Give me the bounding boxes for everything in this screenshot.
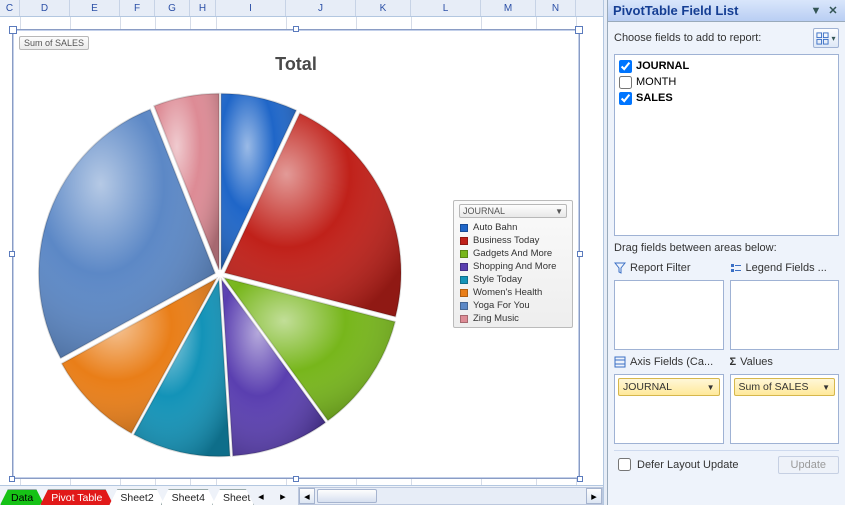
legend-item[interactable]: Business Today bbox=[454, 234, 572, 247]
column-header[interactable]: F bbox=[120, 0, 155, 16]
sheet-tab[interactable]: Sheet4 bbox=[161, 489, 216, 505]
legend-filter-button[interactable]: JOURNAL ▼ bbox=[459, 204, 567, 218]
dropdown-icon[interactable]: ▼ bbox=[809, 4, 823, 18]
legend-item[interactable]: Women's Health bbox=[454, 286, 572, 299]
legend-filter-label: JOURNAL bbox=[463, 206, 505, 216]
sigma-icon: Σ bbox=[730, 356, 737, 368]
filter-icon bbox=[614, 262, 626, 274]
column-header[interactable]: H bbox=[190, 0, 216, 16]
legend-item[interactable]: Yoga For You bbox=[454, 299, 572, 312]
legend-item[interactable]: Gadgets And More bbox=[454, 247, 572, 260]
pie-chart bbox=[35, 90, 405, 460]
drag-fields-label: Drag fields between areas below: bbox=[614, 242, 839, 254]
dropdown-icon: ▼ bbox=[707, 383, 715, 392]
legend-fields-area[interactable] bbox=[730, 280, 840, 350]
chart-title: Total bbox=[13, 54, 579, 75]
legend-icon bbox=[730, 262, 742, 274]
column-headers: CDEFGHIJKLMN bbox=[0, 0, 603, 17]
column-header[interactable]: I bbox=[216, 0, 286, 16]
legend-item[interactable]: Shopping And More bbox=[454, 260, 572, 273]
sheet-tab[interactable]: Pivot Table bbox=[40, 489, 113, 505]
field-month[interactable]: MONTH bbox=[619, 74, 834, 90]
field-list-layout-button[interactable]: ▾ bbox=[813, 28, 839, 48]
scroll-thumb[interactable] bbox=[317, 489, 377, 503]
column-header[interactable]: E bbox=[70, 0, 120, 16]
column-header[interactable]: J bbox=[286, 0, 356, 16]
column-header[interactable]: K bbox=[356, 0, 411, 16]
report-filter-header: Report Filter bbox=[614, 260, 724, 276]
close-icon[interactable]: ✕ bbox=[826, 4, 840, 18]
values-header: Σ Values bbox=[730, 354, 840, 370]
horizontal-scrollbar[interactable]: ◂ ▸ bbox=[298, 487, 603, 505]
values-area[interactable]: Sum of SALES▼ bbox=[730, 374, 840, 444]
dropdown-icon: ▼ bbox=[822, 383, 830, 392]
legend-item[interactable]: Auto Bahn bbox=[454, 221, 572, 234]
pivot-chart-container[interactable]: Sum of SALES Total JOURNAL ▼ Auto BahnBu… bbox=[12, 29, 580, 479]
column-header[interactable]: C bbox=[0, 0, 20, 16]
chart-legend[interactable]: JOURNAL ▼ Auto BahnBusiness TodayGadgets… bbox=[453, 200, 573, 328]
sheet-tab-bar: DataPivot TableSheet2Sheet4Sheet ◂ ▸ ◂ ▸ bbox=[0, 485, 603, 505]
axis-fields-area[interactable]: JOURNAL▼ bbox=[614, 374, 724, 444]
axis-fields-header: Axis Fields (Ca... bbox=[614, 354, 724, 370]
update-button: Update bbox=[778, 456, 839, 474]
sheet-tab[interactable]: Sheet2 bbox=[109, 489, 164, 505]
legend-item[interactable]: Zing Music bbox=[454, 312, 572, 325]
sum-of-sales-button[interactable]: Sum of SALES bbox=[19, 36, 89, 50]
axis-icon bbox=[614, 356, 626, 368]
column-header[interactable]: L bbox=[411, 0, 481, 16]
field-checkbox[interactable] bbox=[619, 60, 632, 73]
tab-scroll-right-icon[interactable]: ▸ bbox=[272, 487, 294, 505]
axis-chip-journal[interactable]: JOURNAL▼ bbox=[618, 378, 720, 396]
choose-fields-label: Choose fields to add to report: bbox=[614, 32, 761, 44]
pane-title: PivotTable Field List bbox=[613, 3, 806, 18]
sheet-tab[interactable]: Data bbox=[0, 489, 44, 505]
scroll-left-icon[interactable]: ◂ bbox=[299, 488, 315, 504]
column-header[interactable]: D bbox=[20, 0, 70, 16]
pivot-field-list-pane: PivotTable Field List ▼ ✕ Choose fields … bbox=[607, 0, 845, 505]
legend-item[interactable]: Style Today bbox=[454, 273, 572, 286]
legend-fields-header: Legend Fields ... bbox=[730, 260, 840, 276]
tab-scroll-left-icon[interactable]: ◂ bbox=[250, 487, 272, 505]
column-header[interactable]: G bbox=[155, 0, 190, 16]
scroll-right-icon[interactable]: ▸ bbox=[586, 488, 602, 504]
column-header[interactable]: N bbox=[536, 0, 576, 16]
sheet-tab[interactable]: Sheet bbox=[212, 489, 254, 505]
dropdown-icon: ▼ bbox=[555, 207, 563, 216]
field-journal[interactable]: JOURNAL bbox=[619, 58, 834, 74]
worksheet-area[interactable]: Sum of SALES Total JOURNAL ▼ Auto BahnBu… bbox=[0, 17, 603, 485]
column-header[interactable]: M bbox=[481, 0, 536, 16]
field-sales[interactable]: SALES bbox=[619, 90, 834, 106]
report-filter-area[interactable] bbox=[614, 280, 724, 350]
field-checkbox[interactable] bbox=[619, 76, 632, 89]
values-chip-sum-of-sales[interactable]: Sum of SALES▼ bbox=[734, 378, 836, 396]
field-checkbox[interactable] bbox=[619, 92, 632, 105]
field-list[interactable]: JOURNALMONTHSALES bbox=[614, 54, 839, 236]
defer-layout-checkbox[interactable]: Defer Layout Update bbox=[614, 455, 739, 474]
